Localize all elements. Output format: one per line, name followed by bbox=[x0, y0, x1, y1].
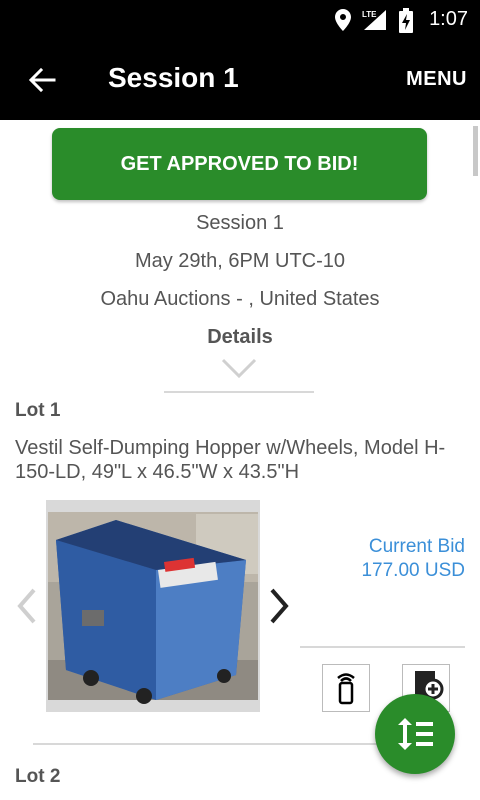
session-location: Oahu Auctions - , United States bbox=[100, 288, 380, 310]
remote-control-icon bbox=[337, 673, 355, 705]
current-bid-label: Current Bid bbox=[368, 536, 465, 557]
previous-image-arrow-icon[interactable] bbox=[14, 586, 38, 626]
remote-bid-button[interactable] bbox=[322, 664, 370, 712]
status-time: 1:07 bbox=[429, 8, 468, 30]
chevron-down-icon[interactable] bbox=[221, 358, 257, 380]
svg-text:LTE: LTE bbox=[362, 10, 377, 19]
page-title: Session 1 bbox=[108, 62, 239, 93]
session-date: May 29th, 6PM UTC-10 bbox=[134, 250, 346, 272]
app-bar: Session 1 MENU bbox=[0, 40, 480, 120]
session-content[interactable]: GET APPROVED TO BID! Session 1 May 29th,… bbox=[0, 120, 480, 800]
get-approved-button[interactable]: GET APPROVED TO BID! bbox=[52, 128, 427, 200]
signal-lte-icon: LTE bbox=[362, 10, 386, 30]
current-bid-value: 177.00 USD bbox=[361, 560, 465, 581]
menu-button[interactable]: MENU bbox=[406, 68, 467, 91]
lot-image[interactable] bbox=[46, 500, 260, 712]
next-image-arrow-icon[interactable] bbox=[268, 586, 292, 626]
lot-label: Lot 1 bbox=[15, 400, 61, 421]
scrollbar[interactable] bbox=[473, 126, 478, 176]
bid-divider bbox=[300, 646, 465, 648]
session-name: Session 1 bbox=[196, 212, 284, 234]
details-divider bbox=[164, 391, 314, 393]
battery-charging-icon bbox=[399, 8, 413, 33]
back-arrow-icon[interactable] bbox=[26, 64, 58, 96]
lot-label: Lot 2 bbox=[15, 766, 61, 787]
location-icon bbox=[335, 9, 351, 31]
details-toggle[interactable]: Details bbox=[0, 326, 480, 349]
status-bar: LTE 1:07 bbox=[0, 0, 480, 40]
hopper-photo bbox=[48, 512, 258, 704]
sort-list-icon bbox=[398, 718, 433, 750]
sort-fab-button[interactable] bbox=[375, 694, 455, 774]
lot-title[interactable]: Vestil Self-Dumping Hopper w/Wheels, Mod… bbox=[15, 436, 465, 484]
